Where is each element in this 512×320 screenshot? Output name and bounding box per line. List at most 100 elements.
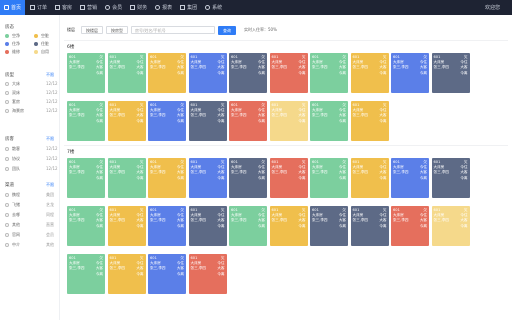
room-card[interactable]: 601 欠大床房 今住 张三,李四 大客 今离 — [148, 101, 186, 141]
room-card[interactable]: 601 欠大床房 今住 张三,李四 大客 今离 — [148, 206, 186, 246]
room-card[interactable]: 601 欠大床房 今住 张三,李四 大客 今离 — [431, 206, 470, 246]
option-label: 双床 — [12, 90, 20, 95]
room-card[interactable]: 601 欠大床房 今住 张三,李四 大客 今离 — [269, 206, 308, 246]
by-floor-button[interactable]: 按楼层 — [81, 26, 103, 34]
radio-icon — [5, 109, 9, 113]
guest-type-option[interactable]: 散客 — [5, 146, 20, 152]
room-card[interactable]: 601 欠大床房 今住 张三,李四 大客 今离 — [67, 158, 105, 198]
status-filter-dirty-occupied[interactable]: 住脏 — [34, 41, 49, 47]
roomtype-option[interactable]: 双床 — [5, 90, 20, 96]
channel-option[interactable]: 官网 — [5, 232, 20, 238]
room-card[interactable]: 601 欠大床房 今住 张三,李四 大客 今离 — [391, 53, 429, 93]
nav-item-finance[interactable]: 财务 — [127, 0, 150, 15]
room-card[interactable]: 601 欠大床房 今住 张三,李四 大客 今离 — [391, 158, 429, 198]
status-filter-maintenance[interactable]: 维修 — [5, 49, 20, 55]
channel-option-right[interactable]: 同程 — [46, 212, 54, 218]
radio-icon — [5, 213, 9, 217]
guest-names: 张三,李四 — [352, 170, 369, 175]
room-card[interactable]: 601 欠大床房 今住 张三,李四 大客 今离 — [67, 53, 105, 93]
room-card[interactable]: 601 欠大床房 今住 张三,李四 大客 今离 — [269, 53, 308, 93]
guest-type-option[interactable]: 协议 — [5, 156, 20, 162]
channel-filter-all[interactable]: 不限 — [46, 182, 54, 188]
room-card[interactable]: 601 欠大床房 今住 张三,李四 大客 今离 — [310, 158, 348, 198]
top-nav-bar: 首页 订单 客房 营销 会员 财务 报表 集团 系统 欢迎您 — [0, 0, 512, 15]
option-label: 团队 — [12, 166, 20, 171]
nav-item-system[interactable]: 系统 — [202, 0, 225, 15]
room-card[interactable]: 601 欠大床房 今住 张三,李四 大客 今离 — [67, 101, 105, 141]
nav-item-rooms[interactable]: 客房 — [52, 0, 75, 15]
group-icon — [180, 5, 186, 10]
divider — [64, 145, 508, 146]
room-card[interactable]: 601 欠大床房 今住 张三,李四 大客 今离 — [310, 101, 348, 141]
channel-option-right[interactable]: 艺龙 — [46, 202, 54, 208]
channel-option[interactable]: 中介 — [5, 242, 20, 248]
status-filter-self-use[interactable]: 自用 — [34, 49, 49, 55]
room-card[interactable]: 601 欠大床房 今住 张三,李四 大客 今离 — [148, 254, 186, 294]
by-roomtype-button[interactable]: 按房型 — [106, 26, 128, 34]
roomtype-option[interactable]: 套房 — [5, 99, 20, 105]
room-card[interactable]: 601 欠大床房 今住 张三,李四 大客 今离 — [269, 158, 308, 198]
room-card[interactable]: 601 欠大床房 今住 张三,李四 大客 今离 — [350, 101, 389, 141]
room-card[interactable]: 601 欠大床房 今住 张三,李四 大客 今离 — [229, 53, 267, 93]
room-card[interactable]: 601 欠大床房 今住 张三,李四 大客 今离 — [350, 206, 389, 246]
status-filter-clean-vacant[interactable]: 空净 — [5, 33, 20, 39]
room-card[interactable]: 601 欠大床房 今住 张三,李四 大客 今离 — [350, 53, 389, 93]
room-flag: 今离 — [460, 223, 468, 228]
channel-option-right[interactable]: 其他 — [46, 242, 54, 248]
room-card[interactable]: 601 欠大床房 今住 张三,李四 大客 今离 — [188, 53, 227, 93]
nav-item-reports[interactable]: 报表 — [152, 0, 175, 15]
nav-item-home[interactable]: 首页 — [0, 0, 26, 15]
guest-type-filter-title: 房客 — [5, 137, 14, 142]
nav-item-group[interactable]: 集团 — [177, 0, 200, 15]
radio-icon — [5, 147, 9, 151]
guest-type-filter-all[interactable]: 不限 — [46, 136, 54, 142]
room-card[interactable]: 601 欠大床房 今住 张三,李四 大客 今离 — [107, 101, 146, 141]
nav-item-members[interactable]: 会员 — [102, 0, 125, 15]
roomtype-filter-all[interactable]: 不限 — [46, 72, 54, 78]
room-card[interactable]: 601 欠大床房 今住 张三,李四 大客 今离 — [107, 254, 146, 294]
room-card[interactable]: 601 欠大床房 今住 张三,李四 大客 今离 — [229, 158, 267, 198]
channel-option-right[interactable]: 美团 — [46, 192, 54, 198]
channel-option-right[interactable]: 直营 — [46, 222, 54, 228]
room-card[interactable]: 601 欠大床房 今住 张三,李四 大客 今离 — [431, 53, 470, 93]
channel-option[interactable]: 飞猪 — [5, 202, 20, 208]
room-card[interactable]: 601 欠大床房 今住 张三,李四 大客 今离 — [107, 158, 146, 198]
status-filter-clean-occupied[interactable]: 住净 — [5, 41, 20, 47]
room-card[interactable]: 601 欠大床房 今住 张三,李四 大客 今离 — [431, 158, 470, 198]
room-card[interactable]: 601 欠大床房 今住 张三,李四 大客 今离 — [269, 101, 308, 141]
guest-type-option[interactable]: 团队 — [5, 166, 20, 172]
channel-option[interactable]: 去哪 — [5, 212, 20, 218]
marketing-icon — [80, 5, 86, 10]
room-flag: 今离 — [217, 175, 225, 180]
room-card[interactable]: 601 欠大床房 今住 张三,李四 大客 今离 — [67, 206, 105, 246]
roomtype-option[interactable]: 海景房 — [5, 108, 24, 114]
room-card[interactable]: 601 欠大床房 今住 张三,李四 大客 今离 — [188, 254, 227, 294]
channel-option[interactable]: 其他 — [5, 222, 20, 228]
search-input[interactable]: 房号/姓名/手机号 — [131, 26, 215, 34]
room-card[interactable]: 601 欠大床房 今住 张三,李四 大客 今离 — [188, 101, 227, 141]
nav-item-marketing[interactable]: 营销 — [77, 0, 100, 15]
search-button[interactable]: 查询 — [218, 25, 236, 35]
room-card[interactable]: 601 欠大床房 今住 张三,李四 大客 今离 — [188, 158, 227, 198]
room-card[interactable]: 601 欠大床房 今住 张三,李四 大客 今离 — [67, 254, 105, 294]
room-card[interactable]: 601 欠大床房 今住 张三,李四 大客 今离 — [310, 206, 348, 246]
room-card[interactable]: 601 欠大床房 今住 张三,李四 大客 今离 — [229, 101, 267, 141]
status-dot — [5, 50, 9, 54]
room-card[interactable]: 601 欠大床房 今住 张三,李四 大客 今离 — [350, 158, 389, 198]
roomtype-option[interactable]: 大床 — [5, 81, 20, 87]
room-card[interactable]: 601 欠大床房 今住 张三,李四 大客 今离 — [391, 206, 429, 246]
status-filter-dirty-vacant[interactable]: 空脏 — [34, 33, 49, 39]
user-menu[interactable]: 欢迎您 — [485, 4, 500, 11]
room-flag: 今离 — [176, 118, 184, 123]
room-card[interactable]: 601 欠大床房 今住 张三,李四 大客 今离 — [148, 53, 186, 93]
room-card[interactable]: 601 欠大床房 今住 张三,李四 大客 今离 — [107, 206, 146, 246]
channel-filter-title: 渠道 — [5, 183, 14, 188]
channel-option[interactable]: 携程 — [5, 192, 20, 198]
channel-option-right[interactable]: 会员 — [46, 232, 54, 238]
room-card[interactable]: 601 欠大床房 今住 张三,李四 大客 今离 — [148, 158, 186, 198]
room-card[interactable]: 601 欠大床房 今住 张三,李四 大客 今离 — [310, 53, 348, 93]
room-card[interactable]: 601 欠大床房 今住 张三,李四 大客 今离 — [229, 206, 267, 246]
room-card[interactable]: 601 欠大床房 今住 张三,李四 大客 今离 — [188, 206, 227, 246]
nav-item-orders[interactable]: 订单 — [27, 0, 50, 15]
room-card[interactable]: 601 欠大床房 今住 张三,李四 大客 今离 — [107, 53, 146, 93]
